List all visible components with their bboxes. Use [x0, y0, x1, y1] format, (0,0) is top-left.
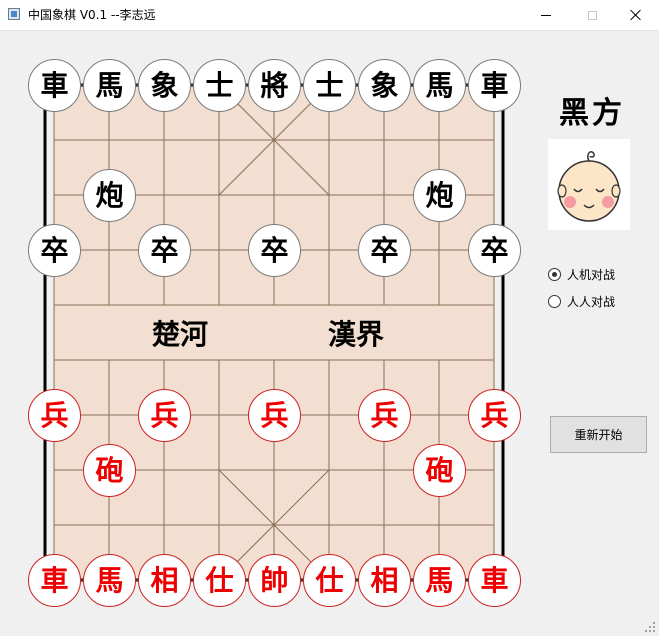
black-piece[interactable]: 士 — [193, 59, 246, 112]
mode-option-pvp[interactable]: 人人对战 — [548, 293, 615, 309]
turn-indicator: 黑方 — [559, 96, 625, 131]
red-piece[interactable]: 仕 — [303, 554, 356, 607]
red-piece[interactable]: 兵 — [248, 389, 301, 442]
black-piece[interactable]: 卒 — [468, 224, 521, 277]
red-piece[interactable]: 兵 — [28, 389, 81, 442]
red-piece[interactable]: 仕 — [193, 554, 246, 607]
red-piece[interactable]: 馬 — [413, 554, 466, 607]
black-piece[interactable]: 士 — [303, 59, 356, 112]
resize-grip[interactable] — [643, 620, 657, 634]
black-piece[interactable]: 卒 — [28, 224, 81, 277]
red-piece[interactable]: 相 — [358, 554, 411, 607]
mode-label-pve: 人机对战 — [567, 267, 616, 282]
baby-face-icon — [557, 151, 621, 222]
black-piece[interactable]: 卒 — [248, 224, 301, 277]
radio-button-icon[interactable] — [548, 294, 561, 308]
red-piece[interactable]: 帥 — [248, 554, 301, 607]
black-piece[interactable]: 炮 — [413, 169, 466, 222]
black-piece[interactable]: 卒 — [138, 224, 191, 277]
black-piece[interactable]: 車 — [28, 59, 81, 112]
black-piece[interactable]: 象 — [358, 59, 411, 112]
red-piece[interactable]: 相 — [138, 554, 191, 607]
avatar — [548, 139, 630, 230]
black-piece[interactable]: 馬 — [413, 59, 466, 112]
red-piece[interactable]: 砲 — [413, 444, 466, 497]
black-piece[interactable]: 象 — [138, 59, 191, 112]
black-piece[interactable]: 車 — [468, 59, 521, 112]
red-piece[interactable]: 兵 — [138, 389, 191, 442]
red-piece[interactable]: 兵 — [468, 389, 521, 442]
river-label-chu: 楚河 — [152, 318, 208, 351]
restart-button[interactable]: 重新开始 — [550, 416, 647, 453]
red-piece[interactable]: 車 — [28, 554, 81, 607]
radio-button-icon[interactable] — [548, 267, 561, 281]
red-piece[interactable]: 車 — [468, 554, 521, 607]
river-label-han: 漢界 — [328, 318, 384, 351]
black-piece[interactable]: 炮 — [83, 169, 136, 222]
black-piece[interactable]: 卒 — [358, 224, 411, 277]
red-piece[interactable]: 砲 — [83, 444, 136, 497]
red-piece[interactable]: 兵 — [358, 389, 411, 442]
black-piece[interactable]: 馬 — [83, 59, 136, 112]
mode-option-pve[interactable]: 人机对战 — [548, 266, 615, 282]
red-piece[interactable]: 馬 — [83, 554, 136, 607]
mode-label-pvp: 人人对战 — [567, 294, 616, 309]
black-piece[interactable]: 將 — [248, 59, 301, 112]
